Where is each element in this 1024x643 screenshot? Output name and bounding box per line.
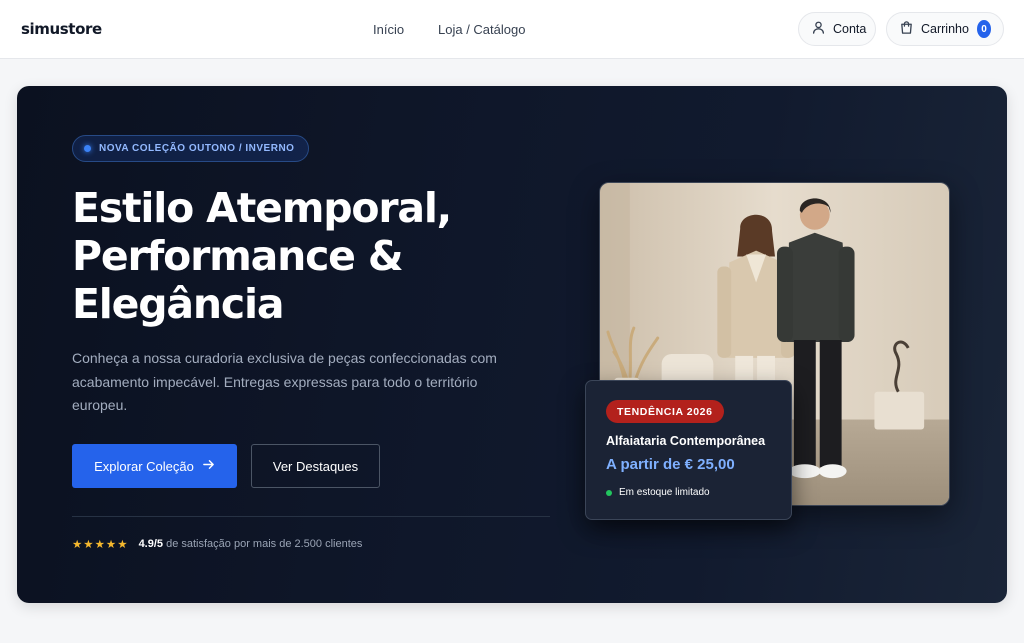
account-button[interactable]: Conta xyxy=(798,12,876,46)
product-price: A partir de € 25,00 xyxy=(606,456,735,473)
product-title: Alfaiataria Contemporânea xyxy=(606,434,766,448)
headline-line-3: Elegância xyxy=(72,280,284,328)
headline-line-1: Estilo Atemporal, xyxy=(72,184,452,232)
explore-collection-button[interactable]: Explorar Coleção xyxy=(72,444,237,488)
customer-rating: ★★★★★ 4.9/5 de satisfação por mais de 2.… xyxy=(72,537,362,551)
rating-text: de satisfação por mais de 2.500 clientes xyxy=(166,538,363,550)
cart-count-badge: 0 xyxy=(976,20,991,38)
stock-status-label: Em estoque limitado xyxy=(619,487,710,498)
trend-tag: TENDÊNCIA 2026 xyxy=(606,400,724,423)
site-header: simustore Início Loja / Catálogo Conta C… xyxy=(0,0,1024,59)
hero-divider xyxy=(72,516,550,517)
hero-description: Conheça a nossa curadoria exclusiva de p… xyxy=(72,350,497,413)
nav-link-catalog[interactable]: Loja / Catálogo xyxy=(438,22,525,37)
user-icon xyxy=(811,20,826,38)
arrow-right-icon xyxy=(202,458,215,474)
account-label: Conta xyxy=(833,22,867,36)
cart-label: Carrinho xyxy=(921,22,969,36)
rating-stars: ★★★★★ xyxy=(72,539,129,551)
shopping-bag-icon xyxy=(899,20,914,38)
view-highlights-label: Ver Destaques xyxy=(272,458,359,474)
featured-product-card[interactable]: TENDÊNCIA 2026 Alfaiataria Contemporânea… xyxy=(585,380,792,520)
hero-headline: Estilo Atemporal, Performance & Elegânci… xyxy=(72,184,512,328)
explore-collection-label: Explorar Coleção xyxy=(94,458,194,474)
collection-badge: NOVA COLEÇÃO OUTONO / INVERNO xyxy=(72,135,310,162)
view-highlights-button[interactable]: Ver Destaques xyxy=(251,444,380,488)
collection-badge-label: NOVA COLEÇÃO OUTONO / INVERNO xyxy=(99,143,295,154)
stock-status: Em estoque limitado xyxy=(606,487,710,498)
hero-section: NOVA COLEÇÃO OUTONO / INVERNO Estilo Ate… xyxy=(17,86,1007,603)
badge-dot xyxy=(84,145,91,152)
cart-button[interactable]: Carrinho 0 xyxy=(886,12,1004,46)
stock-status-dot xyxy=(606,489,612,496)
nav-link-home[interactable]: Início xyxy=(373,22,404,37)
headline-line-2: Performance & xyxy=(72,232,404,280)
rating-score: 4.9/5 xyxy=(138,538,164,550)
